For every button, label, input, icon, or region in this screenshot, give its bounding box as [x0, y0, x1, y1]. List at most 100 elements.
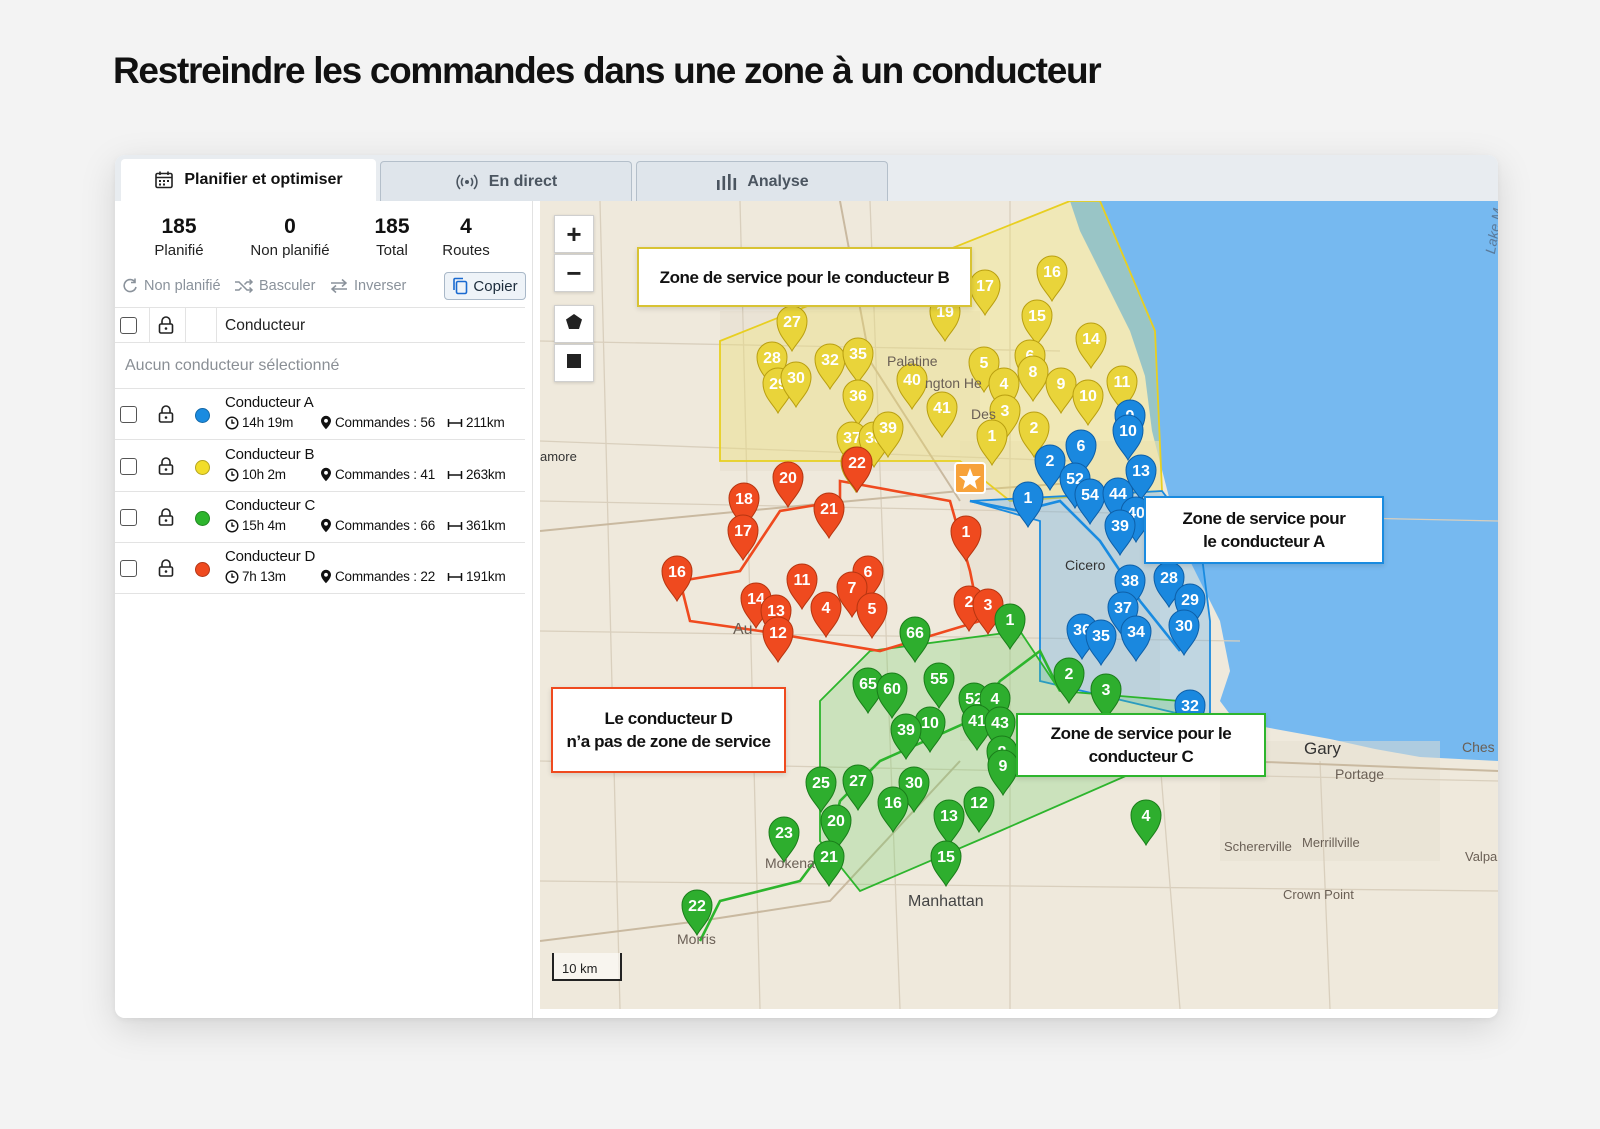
location-pin-icon — [320, 518, 332, 533]
place-label: Gary — [1304, 739, 1341, 758]
driver-duration: 10h 2m — [242, 467, 286, 482]
driver-duration: 15h 4m — [242, 518, 286, 533]
map-marker[interactable]: 15 — [930, 840, 962, 888]
map-marker[interactable]: 5 — [856, 592, 888, 640]
driver-column-header: Conducteur — [225, 317, 306, 334]
map-marker[interactable]: 17 — [727, 514, 759, 562]
stat-planned: 185 Planifié — [141, 215, 217, 259]
marker-number: 36 — [849, 388, 867, 405]
map-marker[interactable]: 4 — [810, 591, 842, 639]
stats-summary: 185 Planifié 0 Non planifié 185 Total 4 … — [115, 215, 532, 265]
marker-number: 1 — [1024, 490, 1033, 507]
marker-number: 41 — [968, 713, 986, 730]
tab-live[interactable]: En direct — [380, 161, 632, 201]
lock-icon[interactable] — [157, 558, 175, 578]
marker-number: 15 — [937, 849, 955, 866]
marker-number: 60 — [883, 681, 901, 698]
location-pin-icon — [320, 569, 332, 584]
tab-label: Planifier et optimiser — [184, 171, 343, 188]
reverse-button[interactable]: Inverser — [329, 272, 406, 300]
stat-unplanned: 0 Non planifié — [240, 215, 340, 259]
driver-row[interactable]: Conducteur D 7h 13m Commandes : 22 191km — [115, 543, 525, 594]
map-marker[interactable]: 4 — [1130, 799, 1162, 847]
square-icon — [566, 353, 582, 374]
location-pin-icon — [320, 467, 332, 482]
driver-checkbox[interactable] — [120, 509, 137, 526]
lock-icon[interactable] — [157, 404, 175, 424]
marker-number: 66 — [906, 625, 924, 642]
driver-row[interactable]: Conducteur C 15h 4m Commandes : 66 361km — [115, 492, 525, 543]
tab-analysis[interactable]: Analyse — [636, 161, 888, 201]
unplanned-button[interactable]: Non planifié — [121, 272, 221, 300]
reverse-label: Inverser — [354, 278, 407, 294]
place-label: Des — [971, 406, 996, 422]
lock-icon[interactable] — [157, 315, 175, 335]
driver-orders: Commandes : 22 — [335, 569, 435, 584]
driver-checkbox[interactable] — [120, 560, 137, 577]
lock-icon[interactable] — [157, 507, 175, 527]
callout-text: Zone de service pour — [1182, 509, 1346, 528]
stat-value: 185 — [161, 215, 197, 238]
map-marker[interactable]: 21 — [813, 840, 845, 888]
broadcast-icon — [455, 173, 479, 191]
driver-color-dot — [195, 511, 210, 526]
marker-number: 1 — [962, 524, 971, 541]
map-marker[interactable]: 21 — [813, 492, 845, 540]
map-view[interactable]: 1617271915142832355682930404910113641321… — [540, 201, 1498, 1009]
marker-number: 20 — [779, 470, 797, 487]
marker-number: 39 — [1111, 518, 1129, 535]
lock-icon[interactable] — [157, 456, 175, 476]
place-label: amore — [540, 449, 577, 464]
marker-number: 2 — [1046, 453, 1055, 470]
marker-number: 2 — [965, 594, 974, 611]
depot-star-icon[interactable] — [954, 462, 986, 494]
driver-name: Conducteur B — [225, 446, 315, 463]
marker-number: 32 — [821, 352, 839, 369]
marker-number: 54 — [1081, 487, 1099, 504]
zoom-out-button[interactable]: − — [554, 254, 594, 292]
place-label: Merrillville — [1302, 835, 1360, 850]
driver-checkbox[interactable] — [120, 458, 137, 475]
select-all-checkbox[interactable] — [120, 317, 137, 334]
calendar-icon — [154, 170, 174, 190]
marker-number: 21 — [820, 501, 838, 518]
marker-number: 21 — [820, 849, 838, 866]
callout-zone-b: Zone de service pour le conducteur B — [637, 247, 972, 307]
driver-color-dot — [195, 408, 210, 423]
callout-text: Zone de service pour le — [1050, 724, 1232, 743]
marker-number: 38 — [1121, 573, 1139, 590]
draw-rectangle-button[interactable] — [554, 344, 594, 382]
stat-label: Planifié — [154, 242, 204, 259]
driver-distance: 361km — [466, 518, 506, 533]
driver-row[interactable]: Conducteur B 10h 2m Commandes : 41 263km — [115, 441, 525, 492]
refresh-icon — [121, 277, 139, 295]
draw-polygon-button[interactable] — [554, 305, 594, 343]
marker-number: 12 — [970, 795, 988, 812]
marker-number: 3 — [1001, 403, 1010, 420]
marker-number: 13 — [1132, 463, 1150, 480]
driver-row[interactable]: Conducteur A 14h 19m Commandes : 56 211km — [115, 389, 525, 440]
marker-number: 20 — [827, 813, 845, 830]
marker-number: 41 — [933, 400, 951, 417]
map-marker[interactable]: 12 — [762, 616, 794, 664]
copy-icon — [452, 277, 468, 295]
marker-number: 28 — [763, 350, 781, 367]
shuffle-icon — [234, 278, 254, 294]
zoom-in-button[interactable]: + — [554, 215, 594, 253]
place-label: Morris — [677, 931, 716, 947]
toggle-button[interactable]: Basculer — [234, 272, 315, 300]
driver-checkbox[interactable] — [120, 406, 137, 423]
tab-plan-optimize[interactable]: Planifier et optimiser — [121, 159, 376, 201]
copy-button[interactable]: Copier — [444, 272, 526, 300]
map-marker[interactable]: 20 — [772, 461, 804, 509]
polygon-icon — [565, 313, 583, 336]
page-title: Restreindre les commandes dans une zone … — [113, 50, 1102, 91]
stat-label: Non planifié — [250, 242, 330, 259]
stat-total: 185 Total — [357, 215, 427, 259]
marker-number: 3 — [984, 597, 993, 614]
driver-distance: 211km — [466, 415, 505, 430]
map-marker[interactable]: 16 — [661, 555, 693, 603]
callout-text: n’a pas de zone de service — [566, 732, 771, 751]
marker-number: 16 — [884, 795, 902, 812]
stat-routes: 4 Routes — [435, 215, 497, 259]
